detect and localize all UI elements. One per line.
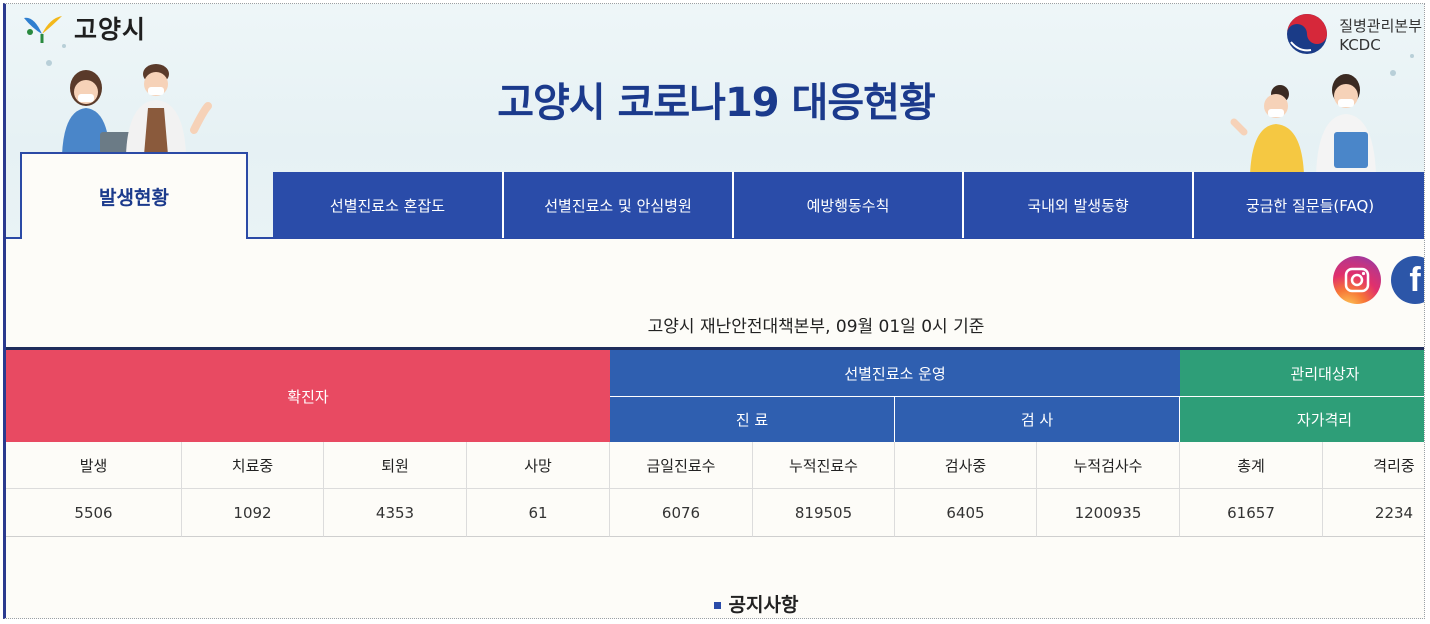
col-deaths: 사망 — [467, 442, 610, 489]
tab-faq[interactable]: 궁금한 질문들(FAQ) — [1194, 172, 1424, 238]
header-clinic-operation: 선별진료소 운영 — [610, 350, 1180, 396]
value-testing: 6405 — [895, 489, 1037, 537]
facebook-icon[interactable]: f — [1391, 256, 1424, 304]
taegeuk-emblem-icon — [1285, 12, 1329, 60]
header-confirmed: 확진자 — [6, 350, 610, 442]
value-total: 61657 — [1180, 489, 1323, 537]
tab-outbreak-status[interactable]: 발생현황 — [20, 152, 248, 239]
col-in-treatment: 치료중 — [182, 442, 324, 489]
page-title: 고양시 코로나19 대응현황 — [497, 80, 936, 126]
col-total: 총계 — [1180, 442, 1323, 489]
decor-dot — [62, 44, 66, 48]
tab-clinic-hospitals[interactable]: 선별진료소 및 안심병원 — [504, 172, 734, 238]
active-tab-gap — [22, 237, 246, 239]
browser-viewport: 고양시 질병관리본부 KCDC 고양시 코로나19 대응현황 발생현황 선별진료… — [3, 3, 1425, 619]
col-isolating: 격리중 — [1323, 442, 1424, 489]
value-cumulative-treatments: 819505 — [753, 489, 895, 537]
value-deaths: 61 — [467, 489, 610, 537]
col-testing: 검사중 — [895, 442, 1037, 489]
notice-heading[interactable]: 공지사항 — [6, 590, 1424, 617]
value-today-treatments: 6076 — [610, 489, 753, 537]
col-cumulative-treatments: 누적진료수 — [753, 442, 895, 489]
main-tab-bar: 발생현황 선별진료소 혼잡도 선별진료소 및 안심병원 예방행동수칙 국내외 발… — [6, 152, 1424, 240]
header-managed: 관리대상자 — [1180, 350, 1424, 396]
data-basis-text: 고양시 재난안전대책본부, 09월 01일 0시 기준 — [647, 317, 985, 337]
value-isolating: 2234 — [1323, 489, 1424, 537]
instagram-icon[interactable] — [1333, 256, 1381, 304]
agency-name-en: KCDC — [1339, 36, 1381, 54]
col-today-treatments: 금일진료수 — [610, 442, 753, 489]
header-test: 검 사 — [895, 396, 1180, 442]
notice-title: 공지사항 — [728, 594, 799, 616]
header-self-isolation: 자가격리 — [1180, 396, 1424, 442]
header-treatment: 진 료 — [610, 396, 895, 442]
col-cumulative-tests: 누적검사수 — [1037, 442, 1180, 489]
agency-name-ko: 질병관리본부 — [1339, 17, 1422, 35]
tab-domestic-foreign-trends[interactable]: 국내외 발생동향 — [964, 172, 1194, 238]
tab-clinic-congestion[interactable]: 선별진료소 혼잡도 — [273, 172, 504, 238]
decor-dot — [1410, 54, 1414, 58]
social-links: f — [1333, 256, 1424, 304]
value-occurrence: 5506 — [6, 489, 182, 537]
value-cumulative-tests: 1200935 — [1037, 489, 1180, 537]
city-logo[interactable]: 고양시 — [20, 10, 146, 46]
covid-status-table: 확진자 선별진료소 운영 진 료 검 사 관리대상자 자가격리 발생 치료중 퇴… — [6, 347, 1424, 539]
square-bullet-icon — [713, 602, 721, 609]
value-in-treatment: 1092 — [182, 489, 324, 537]
value-discharged: 4353 — [324, 489, 467, 537]
city-name: 고양시 — [74, 15, 147, 44]
kcdc-logo[interactable]: 질병관리본부 KCDC — [1285, 12, 1422, 60]
city-emblem-icon — [20, 12, 66, 44]
col-occurrence: 발생 — [6, 442, 182, 489]
tab-prevention-rules[interactable]: 예방행동수칙 — [734, 172, 964, 238]
col-discharged: 퇴원 — [324, 442, 467, 489]
